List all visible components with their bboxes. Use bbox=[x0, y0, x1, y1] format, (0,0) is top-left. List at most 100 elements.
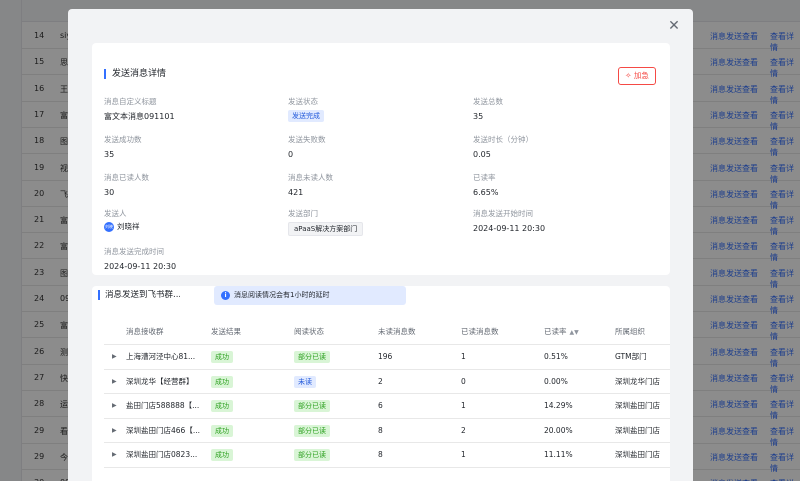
cell-read-status: 部分已读 bbox=[294, 394, 330, 418]
field-value: 35 bbox=[473, 112, 484, 121]
read-status-tag: 部分已读 bbox=[294, 400, 330, 412]
field-label: 消息自定义标题 bbox=[104, 97, 157, 106]
result-tag: 成功 bbox=[211, 351, 233, 363]
field-value: 30 bbox=[104, 188, 115, 197]
column-header-read-status: 阅读状态 bbox=[294, 327, 324, 336]
column-header-group: 消息接收群 bbox=[126, 327, 164, 336]
field-send-status: 发送状态 发送完成 bbox=[288, 97, 468, 122]
detail-card-title: 发送消息详情 bbox=[104, 69, 166, 79]
field-value: 0 bbox=[288, 150, 294, 159]
field-label: 发送失败数 bbox=[288, 135, 326, 144]
field-value: 2024-09-11 20:30 bbox=[473, 224, 546, 233]
sort-icon[interactable]: ▲▼ bbox=[570, 329, 579, 336]
field-sender: 发送人 刘晓 刘晓祥 bbox=[104, 209, 284, 232]
urgent-button[interactable]: ✧ 加急 bbox=[618, 67, 656, 85]
cell-unread: 2 bbox=[378, 376, 383, 386]
field-value: 0.05 bbox=[473, 150, 491, 159]
cell-read: 0 bbox=[461, 376, 466, 386]
field-label: 消息发送开始时间 bbox=[473, 209, 533, 218]
field-value: 6.65% bbox=[473, 188, 499, 197]
field-send-total: 发送总数 35 bbox=[473, 97, 653, 122]
column-header-read: 已读消息数 bbox=[461, 327, 499, 336]
group-table: 消息接收群 发送结果 阅读状态 未读消息数 已读消息数 已读率 ▲▼ 所属组织 ▶… bbox=[104, 320, 670, 468]
read-status-tag: 部分已读 bbox=[294, 351, 330, 363]
sender-user[interactable]: 刘晓 刘晓祥 bbox=[104, 222, 284, 232]
cell-unread: 6 bbox=[378, 401, 383, 410]
field-label: 发送人 bbox=[104, 209, 127, 218]
urgent-button-label: 加急 bbox=[633, 71, 649, 80]
group-send-title: 消息发送到飞书群... bbox=[98, 290, 180, 300]
close-icon[interactable]: ✕ bbox=[667, 19, 681, 33]
group-send-card: 消息发送到飞书群... i 消息阅读情况会有1小时的延时 消息接收群 发送结果 … bbox=[92, 286, 670, 481]
cell-org: 深圳龙华门店 bbox=[615, 376, 660, 386]
column-header-rate[interactable]: 已读率 ▲▼ bbox=[544, 320, 579, 344]
cell-group: 深圳盐田门店466【... bbox=[126, 425, 200, 435]
cell-group: 盐田门店588888【... bbox=[126, 401, 200, 410]
sender-name: 刘晓祥 bbox=[117, 222, 140, 231]
field-value: 421 bbox=[288, 188, 304, 197]
detail-card: 发送消息详情 ✧ 加急 消息自定义标题 富文本消息091101 发送状态 发送完… bbox=[92, 43, 670, 275]
cell-group: 深圳龙华【经营群】 bbox=[126, 376, 194, 386]
read-status-tag: 未读 bbox=[294, 375, 316, 388]
cell-unread: 196 bbox=[378, 352, 393, 361]
delay-notice-text: 消息阅读情况会有1小时的延时 bbox=[234, 291, 330, 299]
read-status-tag: 部分已读 bbox=[294, 424, 330, 437]
cell-read: 1 bbox=[461, 401, 466, 410]
field-duration: 发送时长（分钟） 0.05 bbox=[473, 135, 653, 160]
column-header-result: 发送结果 bbox=[211, 327, 241, 336]
cell-result: 成功 bbox=[211, 394, 233, 418]
field-label: 发送成功数 bbox=[104, 135, 142, 144]
expand-row-icon[interactable]: ▶ bbox=[112, 403, 117, 409]
column-header-unread: 未读消息数 bbox=[378, 327, 416, 336]
field-value: 35 bbox=[104, 150, 115, 159]
field-custom-title: 消息自定义标题 富文本消息091101 bbox=[104, 97, 284, 122]
table-row[interactable]: ▶ 深圳盐田门店0823... 成功 部分已读 8 1 11.11% 深圳盐田门店 bbox=[104, 443, 670, 468]
field-label: 消息未读人数 bbox=[288, 173, 333, 182]
field-unread-count: 消息未读人数 421 bbox=[288, 173, 468, 198]
table-row[interactable]: ▶ 深圳盐田门店466【... 成功 部分已读 8 2 20.00% 深圳盐田门店 bbox=[104, 419, 670, 443]
cell-rate: 11.11% bbox=[544, 450, 573, 459]
read-status-tag: 部分已读 bbox=[294, 449, 330, 461]
result-tag: 成功 bbox=[211, 424, 233, 437]
cell-result: 成功 bbox=[211, 443, 233, 467]
table-row[interactable]: ▶ 深圳龙华【经营群】 成功 未读 2 0 0.00% 深圳龙华门店 bbox=[104, 370, 670, 394]
field-fail-count: 发送失败数 0 bbox=[288, 135, 468, 160]
expand-row-icon[interactable]: ▶ bbox=[112, 354, 117, 360]
cell-result: 成功 bbox=[211, 345, 233, 369]
cell-unread: 8 bbox=[378, 425, 383, 435]
cell-org: GTM部门 bbox=[615, 352, 647, 361]
field-department: 发送部门 aPaaS解决方案部门 bbox=[288, 209, 468, 236]
cell-org: 深圳盐田门店 bbox=[615, 401, 660, 410]
info-icon: i bbox=[221, 291, 230, 300]
field-value: 富文本消息091101 bbox=[104, 112, 175, 121]
cell-result: 成功 bbox=[211, 370, 233, 394]
result-tag: 成功 bbox=[211, 400, 233, 412]
cell-read-status: 未读 bbox=[294, 370, 316, 394]
expand-row-icon[interactable]: ▶ bbox=[112, 378, 117, 385]
result-tag: 成功 bbox=[211, 449, 233, 461]
field-read-count: 消息已读人数 30 bbox=[104, 173, 284, 198]
field-success-count: 发送成功数 35 bbox=[104, 135, 284, 160]
field-label: 发送总数 bbox=[473, 97, 503, 106]
cell-read-status: 部分已读 bbox=[294, 345, 330, 369]
cell-read: 1 bbox=[461, 450, 466, 459]
send-detail-modal: ✕ 发送消息详情 ✧ 加急 消息自定义标题 富文本消息091101 发送状态 发… bbox=[68, 9, 693, 481]
rate-header-label: 已读率 bbox=[544, 327, 567, 336]
expand-row-icon[interactable]: ▶ bbox=[112, 452, 117, 458]
cell-read-status: 部分已读 bbox=[294, 443, 330, 467]
cell-read: 2 bbox=[461, 425, 466, 435]
table-row[interactable]: ▶ 盐田门店588888【... 成功 部分已读 6 1 14.29% 深圳盐田门店 bbox=[104, 394, 670, 419]
field-value: 2024-09-11 20:30 bbox=[104, 262, 177, 271]
field-read-rate: 已读率 6.65% bbox=[473, 173, 653, 198]
cell-group: 深圳盐田门店0823... bbox=[126, 450, 198, 459]
cell-read: 1 bbox=[461, 352, 466, 361]
field-start-time: 消息发送开始时间 2024-09-11 20:30 bbox=[473, 209, 653, 234]
cell-rate: 0.51% bbox=[544, 352, 568, 361]
cell-group: 上海漕河泾中心81... bbox=[126, 352, 196, 361]
expand-row-icon[interactable]: ▶ bbox=[112, 427, 117, 434]
field-label: 发送状态 bbox=[288, 97, 318, 106]
table-row[interactable]: ▶ 上海漕河泾中心81... 成功 部分已读 196 1 0.51% GTM部门 bbox=[104, 345, 670, 370]
delay-notice: i 消息阅读情况会有1小时的延时 bbox=[214, 286, 406, 305]
cell-org: 深圳盐田门店 bbox=[615, 450, 660, 459]
urgent-icon: ✧ bbox=[625, 71, 632, 80]
